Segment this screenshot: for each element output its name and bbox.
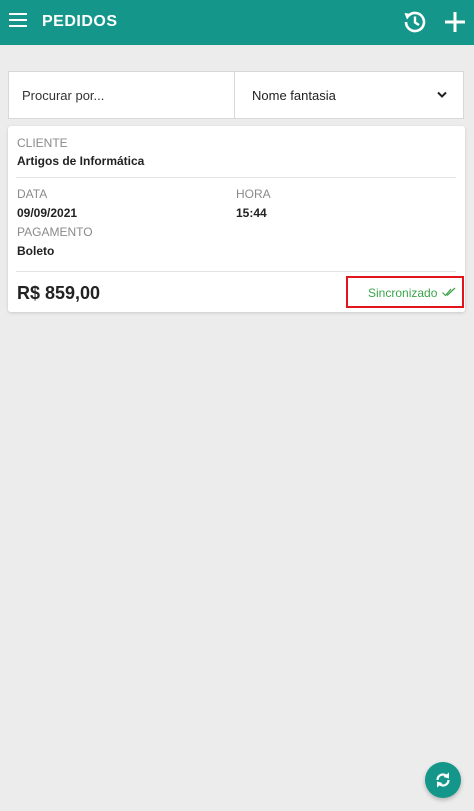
pagamento-label: PAGAMENTO	[17, 225, 93, 239]
search-bar: Nome fantasia	[8, 71, 464, 119]
filter-select[interactable]: Nome fantasia	[235, 72, 463, 118]
search-input[interactable]	[9, 72, 235, 118]
hora-label: HORA	[236, 187, 271, 201]
page-title: PEDIDOS	[42, 13, 118, 30]
menu-icon[interactable]	[9, 11, 29, 29]
chevron-down-icon	[437, 91, 447, 98]
pagamento-value: Boleto	[17, 244, 55, 258]
order-total: R$ 859,00	[17, 283, 101, 303]
sync-button[interactable]	[425, 762, 461, 798]
data-value: 09/09/2021	[17, 206, 78, 220]
order-card[interactable]: CLIENTE Artigos de Informática DATA 09/0…	[8, 126, 465, 312]
cliente-label: CLIENTE	[17, 136, 68, 150]
status-badge: Sincronizado	[346, 276, 464, 308]
divider	[16, 177, 456, 178]
cliente-value: Artigos de Informática	[17, 154, 145, 168]
data-label: DATA	[17, 187, 48, 201]
filter-select-value: Nome fantasia	[252, 88, 336, 103]
app-bar: PEDIDOS	[0, 0, 474, 45]
double-check-icon	[442, 287, 456, 297]
divider	[16, 271, 456, 272]
history-icon[interactable]	[401, 8, 429, 36]
hora-value: 15:44	[236, 206, 267, 220]
sync-icon	[436, 772, 450, 788]
plus-icon[interactable]	[441, 8, 469, 36]
status-label: Sincronizado	[368, 286, 438, 300]
